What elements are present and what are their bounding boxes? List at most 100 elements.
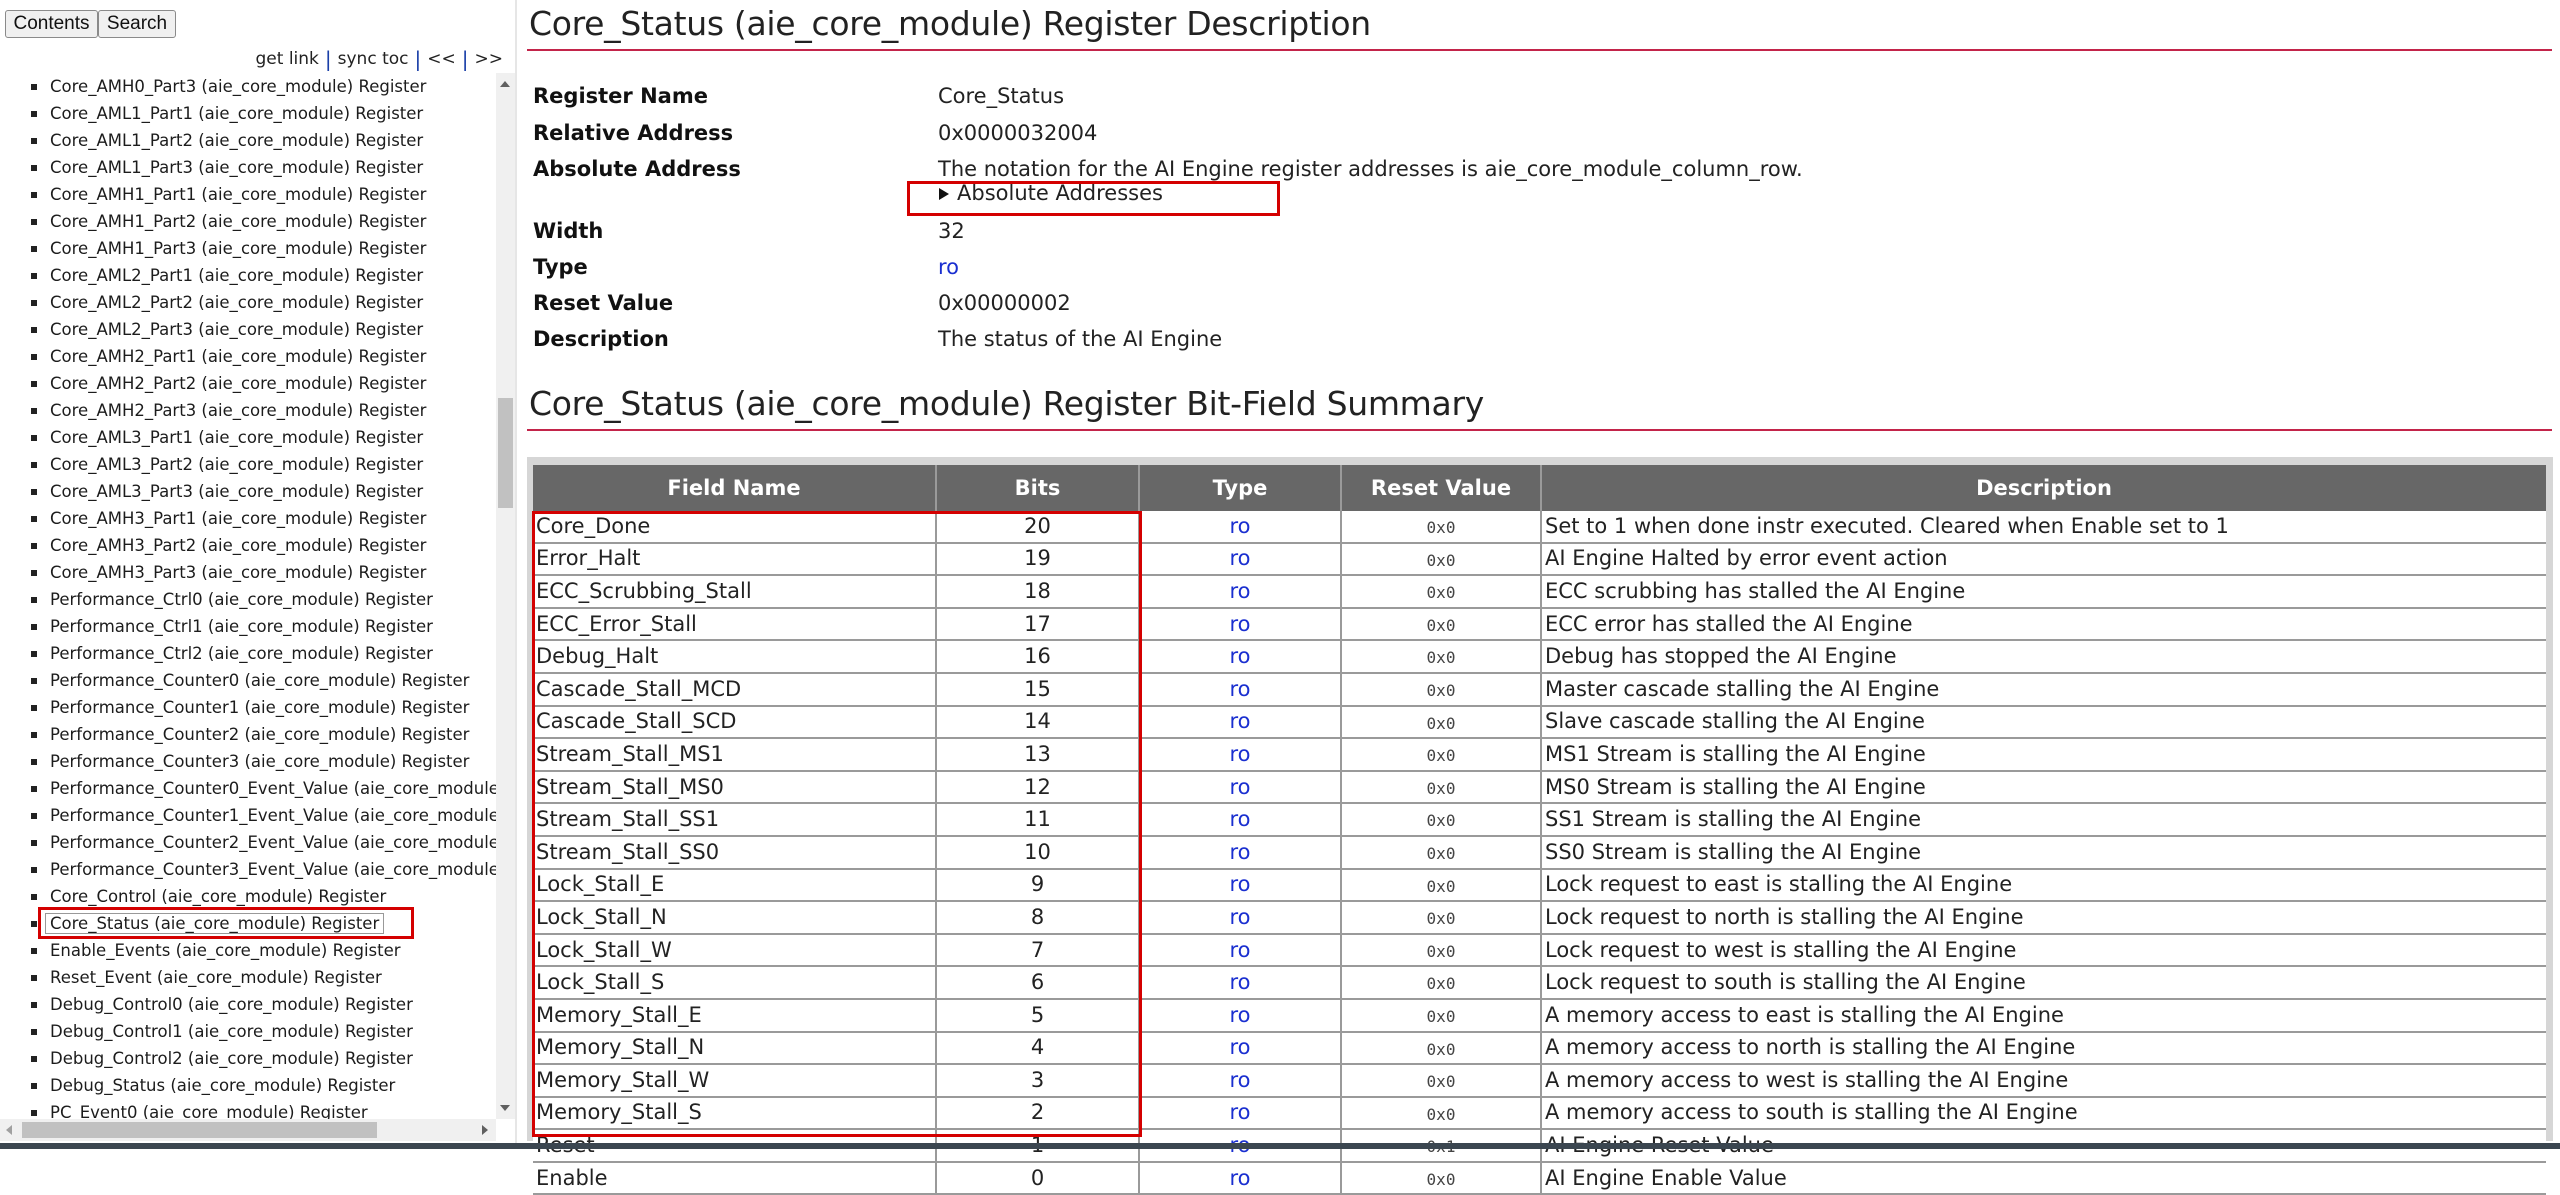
toc-item[interactable]: Core_Status (aie_core_module) Register: [0, 910, 496, 937]
toc-horizontal-scrollbar[interactable]: [0, 1119, 496, 1141]
toc-item[interactable]: Core_AML3_Part3 (aie_core_module) Regist…: [0, 478, 496, 505]
toc-item[interactable]: Performance_Counter3_Event_Value (aie_co…: [0, 856, 496, 883]
toc-item-label: Core_AMH1_Part2 (aie_core_module) Regist…: [50, 212, 427, 231]
description-cell: A memory access to west is stalling the …: [1541, 1064, 2546, 1098]
scroll-up-arrow-icon[interactable]: [500, 81, 510, 87]
previous-page-link[interactable]: <<: [427, 49, 456, 69]
toc-item[interactable]: Reset_Event (aie_core_module) Register: [0, 964, 496, 991]
toc-item[interactable]: Core_Control (aie_core_module) Register: [0, 883, 496, 910]
bullet-icon: [31, 651, 37, 657]
bullet-icon: [31, 597, 37, 603]
toc-item[interactable]: Core_AMH3_Part3 (aie_core_module) Regist…: [0, 559, 496, 586]
toc-item[interactable]: Core_AML1_Part3 (aie_core_module) Regist…: [0, 154, 496, 181]
type-link[interactable]: ro: [1139, 1161, 1342, 1195]
toc-item[interactable]: Enable_Events (aie_core_module) Register: [0, 937, 496, 964]
type-link[interactable]: ro: [1139, 542, 1342, 577]
type-link[interactable]: ro: [1139, 998, 1342, 1033]
toc-item[interactable]: Performance_Counter1_Event_Value (aie_co…: [0, 802, 496, 829]
toc-item-label: Reset_Event (aie_core_module) Register: [50, 968, 382, 987]
type-link[interactable]: ro: [1139, 640, 1342, 674]
get-link-link[interactable]: get link: [256, 49, 319, 69]
type-link[interactable]: ro: [1139, 868, 1342, 903]
table-row: Stream_Stall_MS1 13 ro 0x0 MS1 Stream is sta…: [533, 738, 2546, 772]
bits-cell: 16: [936, 640, 1140, 674]
toc-item[interactable]: Performance_Ctrl0 (aie_core_module) Regi…: [0, 586, 496, 613]
column-header-reset-value: Reset Value: [1341, 465, 1542, 511]
toc-item[interactable]: Core_AML1_Part2 (aie_core_module) Regist…: [0, 127, 496, 154]
toc-item[interactable]: Debug_Control1 (aie_core_module) Registe…: [0, 1018, 496, 1045]
toc-item[interactable]: Core_AMH0_Part3 (aie_core_module) Regist…: [0, 73, 496, 100]
toc-vertical-scrollbar[interactable]: [496, 73, 515, 1119]
toc-item[interactable]: Core_AML1_Part1 (aie_core_module) Regist…: [0, 100, 496, 127]
property-value: 32: [938, 219, 965, 243]
toc-item[interactable]: Core_AML3_Part1 (aie_core_module) Regist…: [0, 424, 496, 451]
toc-item[interactable]: Core_AMH1_Part1 (aie_core_module) Regist…: [0, 181, 496, 208]
type-link[interactable]: ro: [1139, 575, 1342, 609]
type-link[interactable]: ro: [1139, 607, 1342, 642]
toc-item[interactable]: Performance_Counter0_Event_Value (aie_co…: [0, 775, 496, 802]
type-link[interactable]: ro: [1139, 1031, 1342, 1066]
type-link[interactable]: ro: [1139, 705, 1342, 740]
scroll-right-arrow-icon[interactable]: [482, 1125, 488, 1135]
bits-cell: 8: [936, 901, 1140, 935]
type-link[interactable]: ro: [1139, 1064, 1342, 1098]
toc-item[interactable]: Core_AML2_Part3 (aie_core_module) Regist…: [0, 316, 496, 343]
toc-item[interactable]: PC_Event0 (aie_core_module) Register: [0, 1099, 496, 1119]
toc-item[interactable]: Core_AMH2_Part2 (aie_core_module) Regist…: [0, 370, 496, 397]
reset-value-cell: 0x0: [1341, 607, 1542, 642]
scroll-left-arrow-icon[interactable]: [6, 1125, 12, 1135]
bullet-icon: [31, 327, 37, 333]
scrollbar-thumb[interactable]: [22, 1122, 377, 1138]
toc-item[interactable]: Core_AMH2_Part3 (aie_core_module) Regist…: [0, 397, 496, 424]
type-link[interactable]: ro: [1139, 672, 1342, 707]
toc-item[interactable]: Debug_Control0 (aie_core_module) Registe…: [0, 991, 496, 1018]
bullet-icon: [31, 273, 37, 279]
description-cell: ECC scrubbing has stalled the AI Engine: [1541, 575, 2546, 609]
toolbar-separator: |: [324, 47, 332, 71]
toc-item[interactable]: Core_AMH1_Part3 (aie_core_module) Regist…: [0, 235, 496, 262]
sync-toc-link[interactable]: sync toc: [338, 49, 409, 69]
type-value-link[interactable]: ro: [938, 252, 959, 282]
toc-item[interactable]: Core_AMH1_Part2 (aie_core_module) Regist…: [0, 208, 496, 235]
type-link[interactable]: ro: [1139, 770, 1342, 805]
bullet-icon: [31, 246, 37, 252]
toc-item[interactable]: Core_AML3_Part2 (aie_core_module) Regist…: [0, 451, 496, 478]
toc-item[interactable]: Core_AMH2_Part1 (aie_core_module) Regist…: [0, 343, 496, 370]
toc-item[interactable]: Performance_Counter2 (aie_core_module) R…: [0, 721, 496, 748]
contents-tab-button[interactable]: Contents: [5, 10, 98, 38]
toc-item[interactable]: Core_AML2_Part1 (aie_core_module) Regist…: [0, 262, 496, 289]
column-header-description: Description: [1541, 465, 2546, 511]
toc-item[interactable]: Performance_Counter2_Event_Value (aie_co…: [0, 829, 496, 856]
toc-item[interactable]: Performance_Counter0 (aie_core_module) R…: [0, 667, 496, 694]
field-name-cell: Memory_Stall_N: [533, 1031, 937, 1066]
scroll-down-arrow-icon[interactable]: [500, 1105, 510, 1111]
bits-cell: 3: [936, 1064, 1140, 1098]
toc-item[interactable]: Debug_Status (aie_core_module) Register: [0, 1072, 496, 1099]
table-row: Error_Halt 19 ro 0x0 AI Engine Halted by err…: [533, 542, 2546, 577]
scrollbar-thumb[interactable]: [498, 398, 513, 508]
toc-item-label: Performance_Counter3_Event_Value (aie_co…: [50, 860, 496, 879]
toolbar-separator: |: [414, 47, 422, 71]
toc-item[interactable]: Debug_Control2 (aie_core_module) Registe…: [0, 1045, 496, 1072]
toc-item[interactable]: Performance_Ctrl1 (aie_core_module) Regi…: [0, 613, 496, 640]
search-tab-button[interactable]: Search: [98, 10, 176, 38]
toc-item[interactable]: Core_AML2_Part2 (aie_core_module) Regist…: [0, 289, 496, 316]
toc-item[interactable]: Performance_Counter1 (aie_core_module) R…: [0, 694, 496, 721]
bullet-icon: [31, 138, 37, 144]
type-link[interactable]: ro: [1139, 1096, 1342, 1131]
type-link[interactable]: ro: [1139, 901, 1342, 935]
type-link[interactable]: ro: [1139, 511, 1342, 544]
property-label: Type: [533, 255, 588, 279]
toc-item[interactable]: Core_AMH3_Part2 (aie_core_module) Regist…: [0, 532, 496, 559]
toc-item[interactable]: Performance_Counter3 (aie_core_module) R…: [0, 748, 496, 775]
description-cell: AI Engine Enable Value: [1541, 1161, 2546, 1195]
bullet-icon: [31, 462, 37, 468]
type-link[interactable]: ro: [1139, 933, 1342, 968]
toc-item[interactable]: Core_AMH3_Part1 (aie_core_module) Regist…: [0, 505, 496, 532]
next-page-link[interactable]: >>: [475, 49, 504, 69]
type-link[interactable]: ro: [1139, 835, 1342, 870]
toc-item[interactable]: Performance_Ctrl2 (aie_core_module) Regi…: [0, 640, 496, 667]
type-link[interactable]: ro: [1139, 803, 1342, 837]
type-link[interactable]: ro: [1139, 738, 1342, 772]
type-link[interactable]: ro: [1139, 966, 1342, 1000]
